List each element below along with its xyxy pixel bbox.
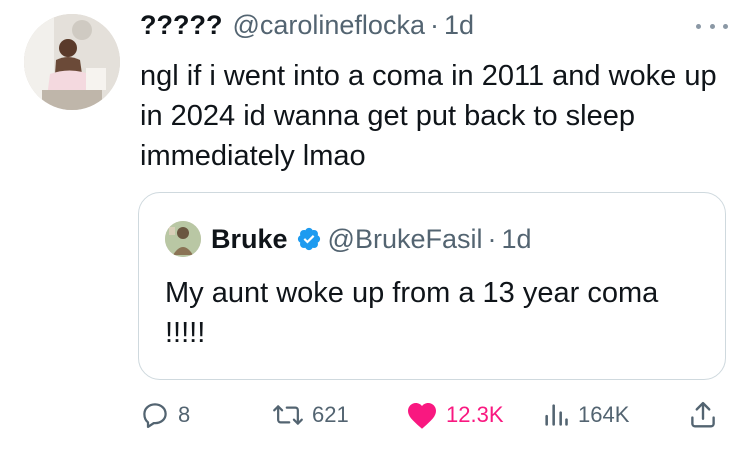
quoted-author-handle[interactable]: @BrukeFasil <box>328 222 483 256</box>
quoted-author-display-name[interactable]: Bruke <box>211 222 288 256</box>
author-avatar[interactable] <box>24 14 120 110</box>
quoted-avatar-photo <box>165 221 201 257</box>
share-button[interactable] <box>688 392 718 438</box>
tweet-header: ????? @carolineflocka · 1d <box>140 8 474 42</box>
author-display-name[interactable]: ????? <box>140 8 222 42</box>
quoted-header-separator: · <box>487 224 497 254</box>
reply-count: 8 <box>178 402 191 427</box>
quoted-author-avatar[interactable] <box>165 221 201 257</box>
avatar-photo <box>24 14 120 110</box>
retweet-count: 621 <box>312 402 349 427</box>
tweet-text: ngl if i went into a coma in 2011 and wo… <box>140 60 717 172</box>
author-handle[interactable]: @carolineflocka <box>232 8 425 42</box>
reply-button[interactable]: 8 <box>140 392 190 438</box>
share-icon <box>691 401 715 428</box>
retweet-button[interactable]: 621 <box>272 392 349 438</box>
quoted-tweet-header: Bruke @BrukeFasil · 1d <box>165 221 532 257</box>
like-button[interactable]: 12.3K <box>406 392 504 438</box>
quoted-tweet-timestamp[interactable]: 1d <box>501 222 531 256</box>
quoted-tweet[interactable]: Bruke @BrukeFasil · 1d My aunt woke up f… <box>138 192 726 380</box>
tweet[interactable]: ????? @carolineflocka · 1d ngl if i went… <box>0 0 750 452</box>
header-separator: · <box>429 10 439 40</box>
reply-icon <box>143 403 167 428</box>
views-count: 164K <box>578 402 630 427</box>
more-icon[interactable] <box>696 16 728 36</box>
quoted-tweet-text: My aunt woke up from a 13 year coma !!!!… <box>165 277 659 349</box>
tweet-timestamp[interactable]: 1d <box>444 8 474 42</box>
views-button[interactable]: 164K <box>542 392 629 438</box>
like-icon <box>408 403 436 429</box>
like-count: 12.3K <box>446 402 504 427</box>
verified-icon <box>297 227 320 251</box>
action-bar: 8 621 12.3K 164K <box>0 392 750 438</box>
retweet-icon <box>273 405 303 425</box>
views-icon <box>545 404 568 426</box>
